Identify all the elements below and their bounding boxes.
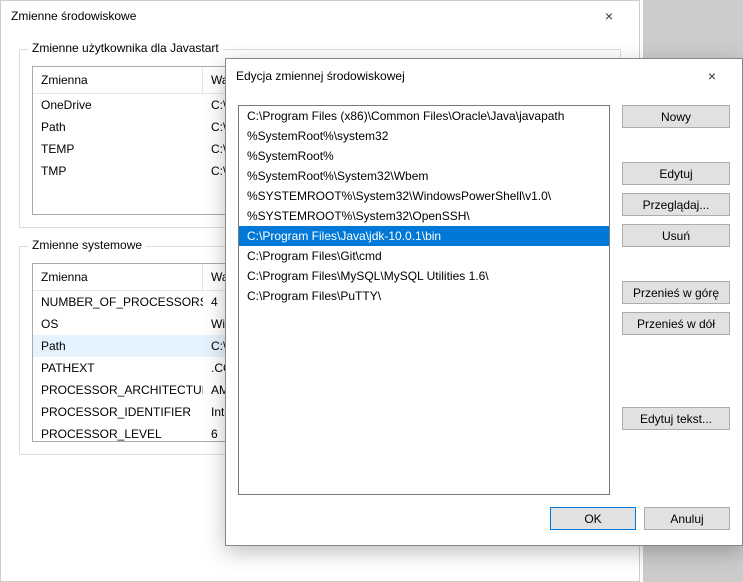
path-entries-list[interactable]: C:\Program Files (x86)\Common Files\Orac… [238, 105, 610, 495]
edit-titlebar: Edycja zmiennej środowiskowej × [226, 59, 742, 93]
cell-variable: PATHEXT [33, 357, 203, 379]
browse-button[interactable]: Przeglądaj... [622, 193, 730, 216]
cell-variable: Path [33, 116, 203, 138]
list-item[interactable]: %SYSTEMROOT%\System32\WindowsPowerShell\… [239, 186, 609, 206]
cell-variable: OS [33, 313, 203, 335]
close-icon[interactable]: × [692, 62, 732, 90]
move-down-button[interactable]: Przenieś w dół [622, 312, 730, 335]
dialog-button-row: OK Anuluj [226, 507, 742, 540]
cell-variable: Path [33, 335, 203, 357]
cell-variable: PROCESSOR_ARCHITECTURE [33, 379, 203, 401]
list-item[interactable]: %SYSTEMROOT%\System32\OpenSSH\ [239, 206, 609, 226]
close-icon[interactable]: × [589, 2, 629, 30]
list-item[interactable]: C:\Program Files\Java\jdk-10.0.1\bin [239, 226, 609, 246]
edit-env-var-dialog: Edycja zmiennej środowiskowej × C:\Progr… [225, 58, 743, 546]
delete-button[interactable]: Usuń [622, 224, 730, 247]
cell-variable: PROCESSOR_LEVEL [33, 423, 203, 441]
cell-variable: NUMBER_OF_PROCESSORS [33, 291, 203, 313]
cell-variable: PROCESSOR_IDENTIFIER [33, 401, 203, 423]
cell-variable: OneDrive [33, 94, 203, 116]
system-vars-legend: Zmienne systemowe [28, 238, 146, 252]
col-variable[interactable]: Zmienna [33, 67, 203, 93]
list-item[interactable]: C:\Program Files\Git\cmd [239, 246, 609, 266]
list-item[interactable]: %SystemRoot%\system32 [239, 126, 609, 146]
list-item[interactable]: C:\Program Files\MySQL\MySQL Utilities 1… [239, 266, 609, 286]
user-vars-legend: Zmienne użytkownika dla Javastart [28, 41, 223, 55]
edit-text-button[interactable]: Edytuj tekst... [622, 407, 730, 430]
new-button[interactable]: Nowy [622, 105, 730, 128]
ok-button[interactable]: OK [550, 507, 636, 530]
list-item[interactable]: C:\Program Files (x86)\Common Files\Orac… [239, 106, 609, 126]
edit-buttons-column: Nowy Edytuj Przeglądaj... Usuń Przenieś … [622, 105, 730, 495]
env-title: Zmienne środowiskowe [11, 9, 136, 23]
edit-button[interactable]: Edytuj [622, 162, 730, 185]
cancel-button[interactable]: Anuluj [644, 507, 730, 530]
list-item[interactable]: %SystemRoot% [239, 146, 609, 166]
env-titlebar: Zmienne środowiskowe × [1, 1, 639, 31]
move-up-button[interactable]: Przenieś w górę [622, 281, 730, 304]
list-item[interactable]: C:\Program Files\PuTTY\ [239, 286, 609, 306]
list-item[interactable]: %SystemRoot%\System32\Wbem [239, 166, 609, 186]
cell-variable: TMP [33, 160, 203, 182]
cell-variable: TEMP [33, 138, 203, 160]
edit-dialog-title: Edycja zmiennej środowiskowej [236, 69, 405, 83]
col-variable[interactable]: Zmienna [33, 264, 203, 290]
